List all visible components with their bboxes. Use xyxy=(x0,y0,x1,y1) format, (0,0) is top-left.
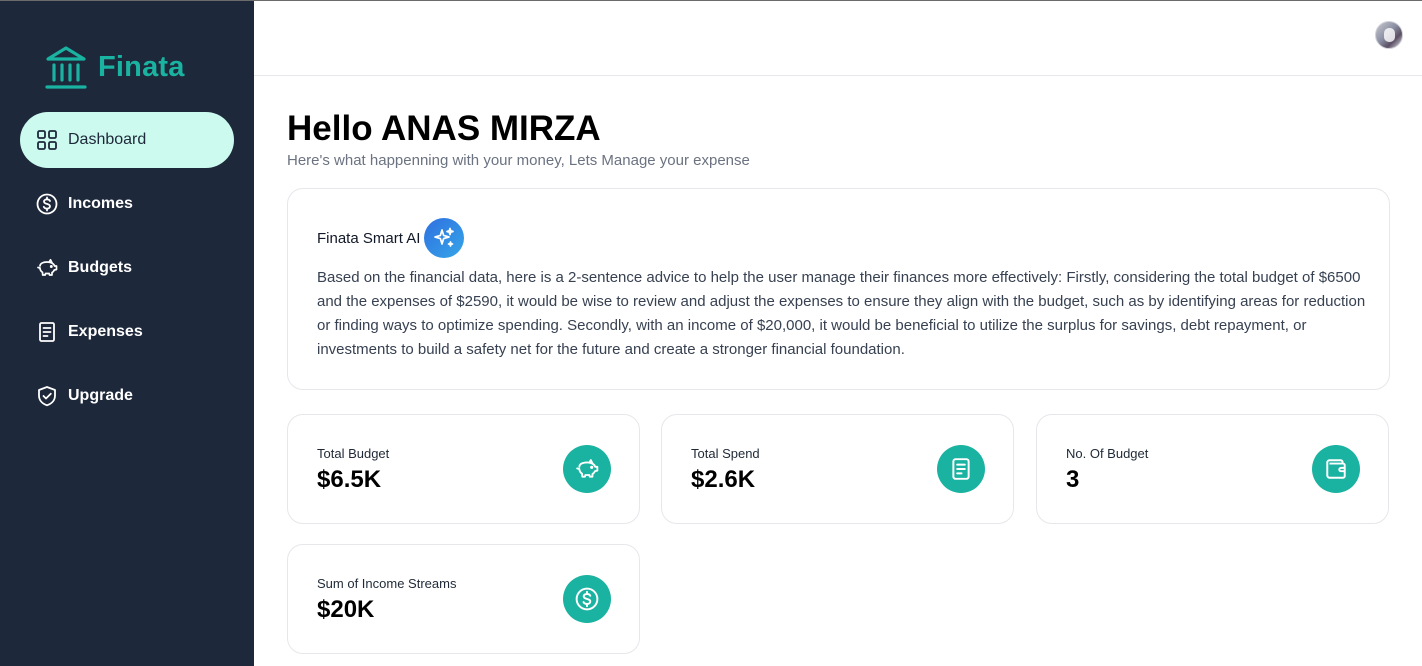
stat-card-budget-count: No. Of Budget 3 xyxy=(1036,414,1389,524)
stat-value: $6.5K xyxy=(317,466,382,493)
receipt-icon xyxy=(39,322,55,342)
wallet-icon xyxy=(1326,459,1346,479)
top-header xyxy=(254,1,1422,76)
brand-logo[interactable]: Finata xyxy=(44,43,185,91)
ai-card-header: Finata Smart AI xyxy=(317,218,465,258)
sidebar-item-incomes[interactable]: Incomes xyxy=(20,176,234,232)
sidebar-item-label: Expenses xyxy=(68,323,143,340)
sidebar-item-upgrade[interactable]: Upgrade xyxy=(20,368,234,424)
stat-card-income-streams: Sum of Income Streams $20K xyxy=(287,544,640,654)
user-avatar[interactable] xyxy=(1375,21,1403,49)
stat-value: 3 xyxy=(1066,466,1080,493)
piggy-bank-icon xyxy=(576,459,599,478)
ai-badge xyxy=(424,218,465,258)
sidebar-item-budgets[interactable]: Budgets xyxy=(20,240,234,296)
piggy-bank-icon xyxy=(37,258,58,276)
sidebar: Finata Dashboard Incomes Budgets Expense… xyxy=(0,1,254,666)
sparkles-icon xyxy=(434,227,455,247)
sidebar-nav: Dashboard Incomes Budgets Expenses Upgra… xyxy=(20,112,234,432)
receipt-icon xyxy=(952,458,970,480)
page-subtitle: Here's what happenning with your money, … xyxy=(287,152,750,169)
bank-icon xyxy=(45,46,87,89)
ai-card-title: Finata Smart AI xyxy=(317,229,421,247)
dollar-circle-icon xyxy=(575,587,599,611)
sidebar-item-label: Incomes xyxy=(68,195,133,212)
sidebar-item-label: Upgrade xyxy=(68,387,133,404)
stat-icon-badge xyxy=(563,575,611,623)
stat-label: Sum of Income Streams xyxy=(317,576,457,591)
sidebar-item-label: Dashboard xyxy=(68,131,147,148)
stat-label: Total Budget xyxy=(317,446,390,461)
dollar-circle-icon xyxy=(36,193,58,215)
sidebar-item-dashboard[interactable]: Dashboard xyxy=(20,112,234,168)
grid-icon xyxy=(37,130,57,150)
stat-label: No. Of Budget xyxy=(1066,446,1149,461)
stat-card-total-budget: Total Budget $6.5K xyxy=(287,414,640,524)
ai-advice-card: Finata Smart AI Based on the financial d… xyxy=(287,188,1390,390)
ai-advice-text: Based on the financial data, here is a 2… xyxy=(317,269,1366,358)
brand-name: Finata xyxy=(98,50,185,83)
stat-icon-badge xyxy=(937,445,985,493)
stat-icon-badge xyxy=(563,445,611,493)
page-title: Hello ANAS MIRZA xyxy=(287,109,601,148)
sidebar-item-label: Budgets xyxy=(68,259,132,276)
shield-check-icon xyxy=(38,386,56,407)
stat-card-total-spend: Total Spend $2.6K xyxy=(661,414,1014,524)
stat-value: $2.6K xyxy=(691,466,756,493)
stat-label: Total Spend xyxy=(691,446,760,461)
stat-value: $20K xyxy=(317,596,375,623)
stat-icon-badge xyxy=(1312,445,1360,493)
sidebar-item-expenses[interactable]: Expenses xyxy=(20,304,234,360)
